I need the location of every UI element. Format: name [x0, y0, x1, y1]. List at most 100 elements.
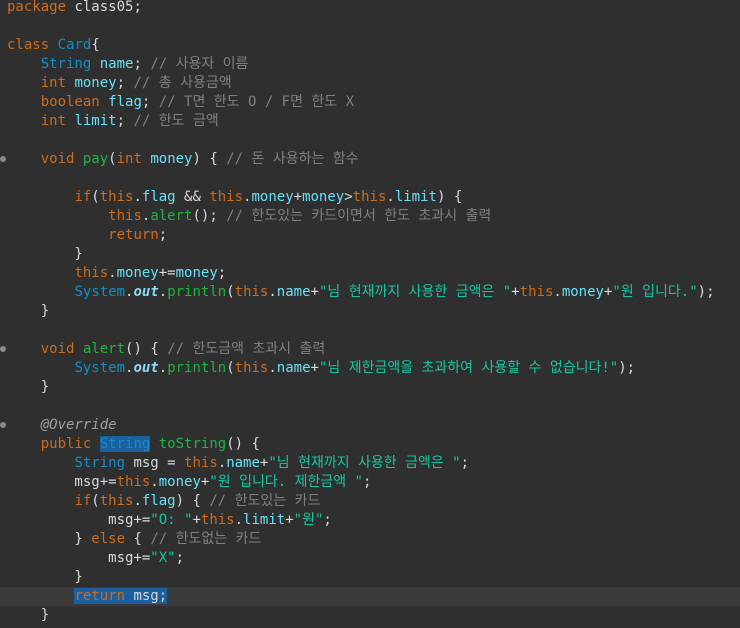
- code-token: money: [175, 265, 218, 281]
- code-line[interactable]: }: [0, 606, 740, 625]
- code-line[interactable]: if(this.flag && this.money+money>this.li…: [0, 188, 740, 207]
- code-line[interactable]: int money; // 총 사용금액: [0, 74, 740, 93]
- code-line[interactable]: return msg;: [0, 587, 740, 606]
- code-token: this: [99, 493, 134, 509]
- code-line[interactable]: }: [0, 568, 740, 587]
- code-line[interactable]: System.out.println(this.name+"님 제한금액을 초과…: [0, 359, 740, 378]
- code-token: ;: [133, 56, 151, 72]
- code-token: String: [40, 56, 92, 72]
- code-text: msg+=this.money+"원 입니다. 제한금액 ";: [7, 473, 371, 492]
- code-text: package class05;: [7, 0, 142, 17]
- code-text: class Card{: [7, 36, 100, 55]
- code-token: else: [91, 531, 126, 547]
- code-token: ;: [362, 474, 372, 490]
- code-token: @Override: [40, 417, 117, 433]
- code-token: out: [133, 360, 159, 376]
- code-token: return: [108, 227, 159, 243]
- fold-marker-icon[interactable]: [0, 422, 6, 428]
- code-token: limit: [74, 113, 117, 129]
- code-token: alert: [82, 341, 126, 357]
- code-token: this: [234, 284, 269, 300]
- code-line[interactable]: int limit; // 한도 금액: [0, 112, 740, 131]
- code-token: flag: [141, 189, 176, 205]
- code-text: }: [7, 302, 49, 321]
- code-line[interactable]: this.alert(); // 한도있는 카드이면서 한도 초과시 출력: [0, 207, 740, 226]
- code-token: name: [99, 56, 134, 72]
- code-token: int: [40, 75, 67, 91]
- code-token: "O: ": [150, 512, 193, 528]
- code-token: // 사용자 이름: [150, 56, 249, 72]
- code-token: ;: [158, 227, 168, 243]
- code-token: // 한도 금액: [133, 113, 219, 129]
- code-line[interactable]: [0, 321, 740, 340]
- code-line[interactable]: void alert() { // 한도금액 초과시 출력: [0, 340, 740, 359]
- code-line[interactable]: class Card{: [0, 36, 740, 55]
- code-text: }: [7, 568, 83, 587]
- code-line[interactable]: if(this.flag) { // 한도있는 카드: [0, 492, 740, 511]
- code-token: (: [226, 284, 235, 300]
- code-line[interactable]: [0, 169, 740, 188]
- code-line[interactable]: msg+="O: "+this.limit+"원";: [0, 511, 740, 530]
- code-token: String: [99, 436, 151, 452]
- code-line[interactable]: String msg = this.name+"님 현재까지 사용한 금액은 "…: [0, 454, 740, 473]
- fold-marker-icon[interactable]: [0, 156, 6, 162]
- code-line[interactable]: package class05;: [0, 0, 740, 17]
- code-line[interactable]: [0, 397, 740, 416]
- code-line[interactable]: String name; // 사용자 이름: [0, 55, 740, 74]
- code-line[interactable]: }: [0, 302, 740, 321]
- code-token: if: [74, 189, 92, 205]
- code-line[interactable]: } else { // 한도없는 카드: [0, 530, 740, 549]
- code-line[interactable]: msg+="X";: [0, 549, 740, 568]
- code-token: ) {: [436, 189, 463, 205]
- code-line[interactable]: msg+=this.money+"원 입니다. 제한금액 ";: [0, 473, 740, 492]
- code-text: return msg;: [7, 587, 168, 606]
- code-line[interactable]: return;: [0, 226, 740, 245]
- code-token: .: [268, 284, 277, 300]
- code-token: "님 제한금액을 초과하여 사용할 수 없습니다!": [318, 360, 619, 376]
- code-token: return: [74, 588, 126, 604]
- code-token: &&: [175, 189, 210, 205]
- code-token: void: [40, 151, 75, 167]
- code-line[interactable]: }: [0, 378, 740, 397]
- code-token: limit: [394, 189, 437, 205]
- code-token: this: [352, 189, 387, 205]
- code-text: void pay(int money) { // 돈 사용하는 함수: [7, 150, 359, 169]
- code-token: alert: [150, 208, 193, 224]
- code-token: msg;: [125, 588, 168, 604]
- code-token: ;: [116, 113, 134, 129]
- code-editor[interactable]: package class05; class Card{ String name;…: [0, 0, 740, 628]
- code-token: (: [226, 360, 235, 376]
- code-token: }: [7, 379, 50, 395]
- code-token: if: [74, 493, 92, 509]
- code-line[interactable]: this.money+=money;: [0, 264, 740, 283]
- code-token: name: [276, 360, 311, 376]
- code-token: money: [158, 474, 201, 490]
- code-line[interactable]: System.out.println(this.name+"님 현재까지 사용한…: [0, 283, 740, 302]
- code-line[interactable]: [0, 131, 740, 150]
- code-line[interactable]: void pay(int money) { // 돈 사용하는 함수: [0, 150, 740, 169]
- code-token: }: [7, 607, 50, 623]
- code-line[interactable]: }: [0, 245, 740, 264]
- fold-marker-icon[interactable]: [0, 346, 6, 352]
- code-line[interactable]: @Override: [0, 416, 740, 435]
- code-text: System.out.println(this.name+"님 현재까지 사용한…: [7, 283, 714, 302]
- code-token: class05;: [66, 0, 142, 15]
- code-token: "님 현재까지 사용한 금액은 ": [318, 284, 512, 300]
- code-token: System: [74, 360, 126, 376]
- code-token: this: [209, 189, 244, 205]
- code-line[interactable]: [0, 17, 740, 36]
- code-token: void: [40, 341, 75, 357]
- code-line[interactable]: boolean flag; // T면 한도 O / F면 한도 X: [0, 93, 740, 112]
- code-line[interactable]: public String toString() {: [0, 435, 740, 454]
- code-token: }: [7, 246, 83, 262]
- code-token: .: [268, 360, 277, 376]
- code-token: }: [7, 569, 83, 585]
